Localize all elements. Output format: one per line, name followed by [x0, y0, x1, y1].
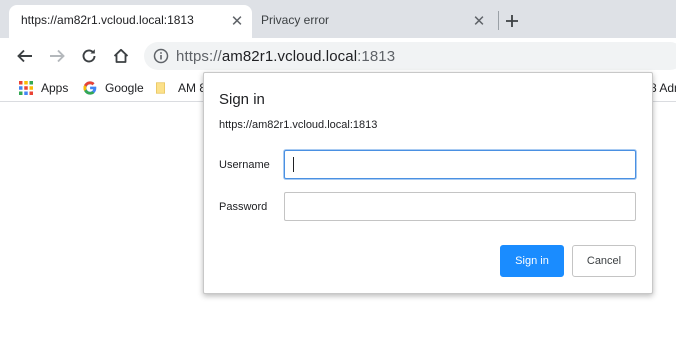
url-host: am82r1.vcloud.local — [221, 48, 358, 65]
address-bar[interactable]: https://am82r1.vcloud.local:1813 — [144, 42, 676, 70]
arrow-left-icon — [17, 49, 32, 63]
tab-separator — [498, 11, 499, 30]
reload-button[interactable] — [76, 43, 102, 69]
arrow-right-icon — [50, 49, 65, 63]
tab-title: https://am82r1.vcloud.local:1813 — [21, 13, 194, 27]
close-icon[interactable]: ✕ — [468, 10, 490, 32]
bookmark-label: 8 Adm — [650, 81, 676, 95]
tab-strip: https://am82r1.vcloud.local:1813 ✕ Priva… — [0, 0, 676, 38]
close-icon[interactable]: ✕ — [226, 10, 248, 32]
bookmark-am8[interactable]: AM 8 — [156, 79, 206, 97]
tab-active[interactable]: https://am82r1.vcloud.local:1813 ✕ — [9, 5, 252, 38]
url-text[interactable]: https://am82r1.vcloud.local:1813 — [176, 48, 395, 65]
google-icon — [83, 81, 97, 95]
password-label: Password — [219, 201, 268, 213]
home-button[interactable] — [108, 43, 134, 69]
forward-button[interactable] — [44, 43, 70, 69]
info-icon[interactable] — [153, 48, 169, 64]
bookmark-google[interactable]: Google — [82, 79, 144, 97]
tab-title: Privacy error — [261, 13, 330, 27]
url-port: :1813 — [357, 48, 396, 65]
tab-privacy-error[interactable]: Privacy error ✕ — [254, 5, 494, 38]
home-icon — [113, 48, 129, 63]
password-field[interactable] — [284, 192, 636, 221]
bookmark-label: Google — [105, 81, 144, 95]
folder-icon — [156, 82, 165, 94]
back-button[interactable] — [12, 43, 38, 69]
sign-in-dialog: Sign in https://am82r1.vcloud.local:1813… — [203, 72, 653, 294]
sign-in-button[interactable]: Sign in — [500, 245, 564, 277]
bookmark-label: AM 8 — [178, 81, 207, 95]
plus-icon[interactable] — [500, 9, 524, 33]
url-scheme: https:// — [176, 48, 222, 65]
username-field[interactable] — [284, 150, 636, 179]
bookmark-label: Apps — [41, 81, 69, 95]
dialog-origin: https://am82r1.vcloud.local:1813 — [219, 119, 378, 131]
toolbar: https://am82r1.vcloud.local:1813 — [0, 38, 676, 74]
cancel-button[interactable]: Cancel — [572, 245, 636, 277]
dialog-title: Sign in — [219, 91, 265, 108]
reload-icon — [82, 49, 96, 63]
username-label: Username — [219, 159, 270, 171]
bookmark-admin[interactable]: 8 Adm — [650, 79, 676, 97]
text-caret — [293, 157, 294, 172]
apps-grid-icon — [19, 81, 33, 95]
bookmark-apps[interactable]: Apps — [18, 79, 68, 97]
